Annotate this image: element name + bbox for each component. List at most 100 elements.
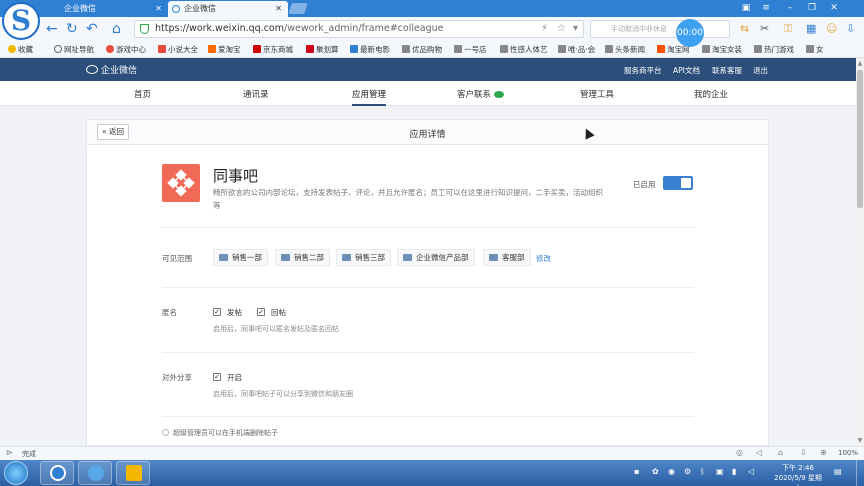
timer-badge[interactable]: 00:00 [676,19,704,47]
close-window-icon[interactable]: ✕ [828,2,840,14]
search-input[interactable]: 手动取消中非休息 [590,20,730,38]
bookmark-item[interactable]: 热门游戏 [754,44,794,55]
bookmark-item[interactable]: 游戏中心 [106,44,146,55]
smile-icon[interactable]: ☺ [826,22,837,35]
enable-toggle[interactable] [663,176,693,190]
bluetooth-icon[interactable]: ᛒ [700,467,705,476]
network-icon[interactable]: ▮ [732,467,736,476]
sidebar-toggle-icon[interactable]: ⊳ [6,448,13,457]
page-scrollbar[interactable]: ▲ ▼ [856,58,864,446]
tray-icon[interactable]: ⚙ [684,467,691,476]
undo-icon[interactable]: ↶ [86,21,98,37]
lock-icon[interactable]: ⌂ [778,448,783,457]
link-logout[interactable]: 退出 [753,65,768,76]
address-bar[interactable]: https://work.weixin.qq.com/wework_admin/… [134,20,584,38]
bookmark-favorites[interactable]: 收藏 [8,44,33,55]
browser-statusbar: ⊳ 完成 ◎ ◁ ⌂ ⇩ ⊕ 100% [0,446,864,460]
bookmark-item[interactable]: 最新电影 [350,44,390,55]
minimize-icon[interactable]: – [784,2,796,14]
bookmark-item[interactable]: 聚划算 [306,44,339,55]
nav-contacts[interactable]: 通讯录 [243,88,269,100]
bookmark-item[interactable]: 小说大全 [158,44,198,55]
bookmarks-bar: 收藏 网址导航 游戏中心 小说大全 爱淘宝 京东商城 聚划算 最新电影 优品购物… [0,41,864,58]
bookmark-item[interactable]: 一号店 [454,44,487,55]
nav-customer-contact[interactable]: 客户联系 [457,88,505,100]
tray-icon[interactable]: ▪ [634,467,639,476]
scissors-icon[interactable]: ✂ [760,22,769,35]
notification-icon[interactable]: ▤ [834,467,842,476]
back-arrow-icon[interactable]: ← [46,21,58,37]
bookmark-item[interactable]: 淘宝女装 [702,44,742,55]
department-tag[interactable]: 销售二部 [275,249,330,266]
grid-icon[interactable]: ▦ [806,22,816,35]
link-contact-support[interactable]: 联系客服 [712,65,742,76]
browser-app-icon [50,465,66,481]
lightning-icon[interactable]: ⚡ [541,23,548,34]
site-header: 企业微信 服务商平台 API文档 联系客服 退出 [0,58,856,81]
tray-icon[interactable]: ✿ [652,467,659,476]
bookmark-item[interactable]: 爱淘宝 [208,44,241,55]
volume-icon[interactable]: ◁ [748,467,754,476]
wework-logo[interactable]: 企业微信 [86,63,137,76]
download-status-icon[interactable]: ⇩ [800,448,807,457]
restore-icon[interactable]: ❐ [806,2,818,14]
anonymous-post-checkbox[interactable]: ✓ [213,308,221,316]
extension-icon[interactable]: ⇆ [740,22,749,35]
close-tab-icon[interactable]: ✕ [275,1,282,17]
taskbar-clock[interactable]: 下午 2:46 2020/5/9 星期六 [772,463,824,486]
cube-app-icon [126,465,142,481]
tray-icon[interactable]: ◉ [668,467,675,476]
nav-home[interactable]: 首页 [134,88,151,100]
divider [162,416,694,417]
star-icon[interactable]: ☆ [557,23,566,34]
dropdown-icon[interactable]: ▾ [573,23,578,34]
bookmark-item[interactable]: 女 [806,44,824,55]
browser-tab-1[interactable]: 企业微信 ✕ [48,1,168,17]
edit-visibility-link[interactable]: 修改 [536,253,551,264]
admin-note[interactable]: 超级管理员可以在手机端删除帖子 [162,428,278,438]
department-tag[interactable]: 销售一部 [213,249,268,266]
close-tab-icon[interactable]: ✕ [155,1,162,17]
zoom-level[interactable]: 100% [838,449,858,457]
nav-app-management[interactable]: 应用管理 [352,88,387,106]
share-enable-checkbox[interactable]: ✓ [213,373,221,381]
bookmark-item[interactable]: 京东商城 [253,44,293,55]
nav-management-tools[interactable]: 管理工具 [580,88,614,100]
browser-tab-2[interactable]: 企业微信 ✕ [168,1,288,17]
home-icon[interactable]: ⌂ [112,21,121,37]
taskbar-app[interactable] [116,461,150,485]
wework-tab-icon [172,5,180,13]
key-icon[interactable]: ⚿ [784,22,792,36]
scroll-up-icon[interactable]: ▲ [856,60,864,67]
download-icon[interactable]: ⇩ [846,22,855,35]
zoom-icon[interactable]: ⊕ [820,448,827,457]
menu-icon[interactable]: ≡ [760,2,772,14]
new-tab-button[interactable] [288,3,308,14]
scroll-down-icon[interactable]: ▼ [856,437,864,444]
bookmark-item[interactable]: 性感人体艺 [500,44,548,55]
link-api-docs[interactable]: API文档 [673,65,700,76]
browser-logo[interactable]: S [2,2,40,40]
bookmark-item[interactable]: 网址导航 [54,44,94,55]
taskbar-ie[interactable] [78,461,112,485]
shield-icon[interactable]: ◎ [736,448,743,457]
skin-icon[interactable]: ▣ [740,2,752,14]
department-tag[interactable]: 销售三部 [336,249,391,266]
tray-icon[interactable]: ▣ [716,467,724,476]
bookmark-item[interactable]: 头条新闻 [605,44,645,55]
speaker-icon[interactable]: ◁ [756,448,762,457]
scrollbar-thumb[interactable] [857,70,863,208]
bookmark-item[interactable]: 优品购物 [402,44,442,55]
anonymous-reply-checkbox[interactable]: ✓ [257,308,265,316]
divider [162,287,694,288]
refresh-icon[interactable]: ↻ [66,21,78,37]
department-tag[interactable]: 客服部 [483,249,531,266]
nav-my-enterprise[interactable]: 我的企业 [694,88,728,100]
page-title: 应用详情 [409,130,446,140]
link-provider-platform[interactable]: 服务商平台 [624,65,662,76]
taskbar-browser[interactable] [40,461,74,485]
start-button[interactable] [4,461,28,485]
show-desktop-button[interactable] [856,460,864,486]
department-tag[interactable]: 企业微信产品部 [397,249,475,266]
bookmark-item[interactable]: 唯·品·会 [558,44,595,55]
